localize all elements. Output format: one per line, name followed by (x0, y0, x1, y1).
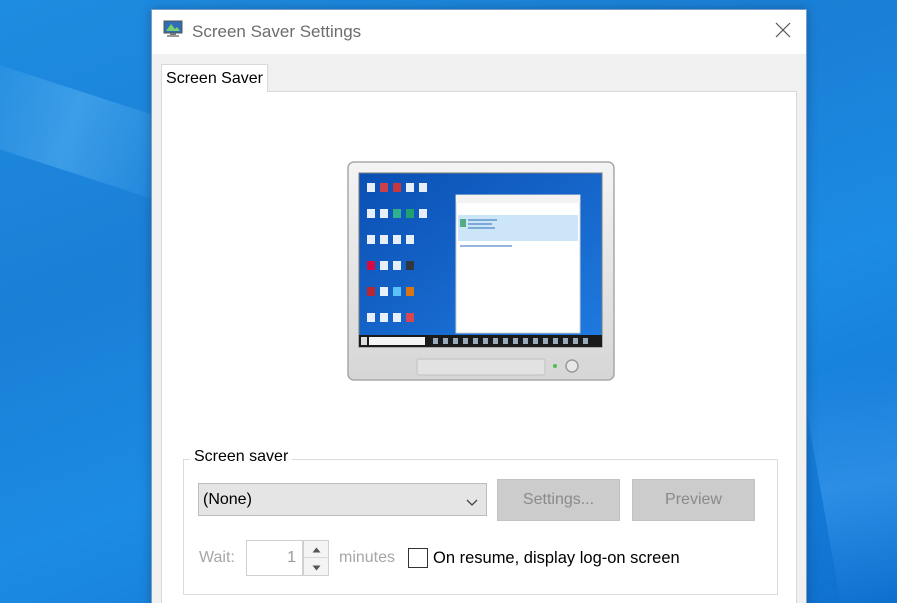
spin-up-button[interactable] (304, 541, 328, 558)
window-title: Screen Saver Settings (192, 22, 362, 41)
tab-panel: Screen saver (None) Settings... Preview … (161, 91, 797, 603)
screen-saver-dropdown-value: (None) (203, 490, 252, 508)
chevron-down-icon (466, 494, 478, 512)
close-button[interactable] (760, 10, 806, 54)
preview-button[interactable]: Preview (632, 479, 755, 521)
wait-minutes-input[interactable]: 1 (246, 540, 303, 576)
monitor-preview-image (347, 161, 615, 388)
resume-logon-label[interactable]: On resume, display log-on screen (433, 549, 680, 568)
title-bar[interactable]: Screen Saver Settings (152, 10, 806, 54)
settings-button[interactable]: Settings... (497, 479, 620, 521)
tab-screen-saver[interactable]: Screen Saver (161, 64, 268, 92)
desktop-wallpaper-glow (800, 349, 897, 603)
screen-saver-group: Screen saver (None) Settings... Preview … (183, 448, 778, 595)
close-icon (775, 22, 791, 43)
screen-saver-settings-dialog: Screen Saver Settings Screen Saver Scree… (151, 9, 807, 603)
wait-label: Wait: (199, 549, 235, 566)
spin-down-button[interactable] (304, 558, 328, 575)
screen-saver-dropdown[interactable]: (None) (198, 483, 487, 516)
minutes-label: minutes (339, 549, 396, 566)
screen-saver-group-label: Screen saver (190, 448, 293, 466)
caret-up-icon (312, 540, 321, 558)
caret-down-icon (312, 558, 321, 576)
resume-logon-checkbox[interactable] (408, 548, 428, 568)
wait-minutes-spinner[interactable] (303, 540, 329, 576)
display-settings-icon (163, 20, 183, 38)
